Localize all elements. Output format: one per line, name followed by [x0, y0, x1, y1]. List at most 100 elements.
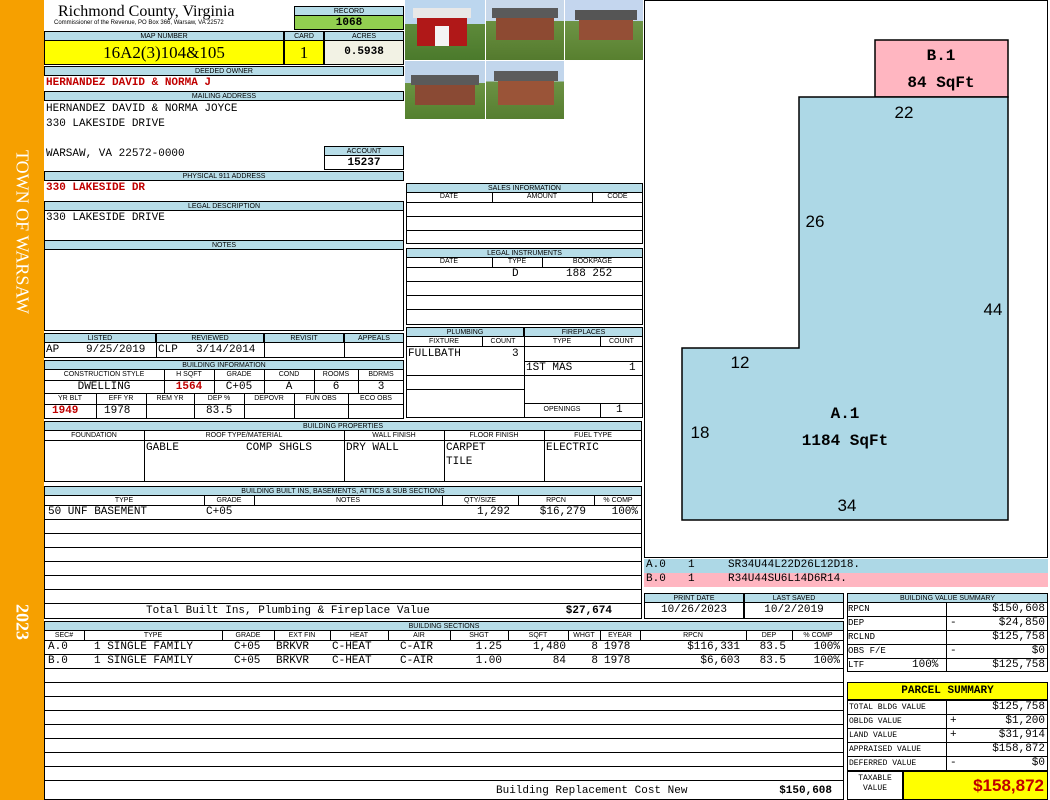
bi-h-dep: DEP % [207, 395, 231, 402]
sec-b-sec: B.0 [48, 655, 68, 667]
code-a-code: SR34U44L22D26L12D18. [728, 559, 861, 571]
sec-h-sqft: SQFT [528, 632, 548, 639]
sec-h-grade: GRADE [235, 632, 261, 639]
section-a-shape [681, 96, 1009, 521]
prop-h-floor: FLOOR FINISH [469, 432, 519, 439]
acres-value: 0.5938 [324, 40, 404, 65]
sec-a-shgt: 1.25 [475, 641, 502, 653]
brcn-value: $150,608 [779, 785, 832, 797]
deeded-owner-value: HERNANDEZ DAVID & NORMA J [46, 77, 212, 89]
dim-22: 22 [895, 103, 914, 122]
ps-v-obldg: $1,200 [1005, 715, 1045, 727]
bvs-v-obs: $0 [1031, 645, 1045, 657]
sec-h-air: AIR [413, 632, 425, 639]
sketch-panel[interactable]: B.1 84 SqFt A.1 1184 SqFt 22 26 44 12 18… [644, 0, 1048, 558]
sec-b-rpcn: $6,603 [700, 655, 740, 667]
mailing-line-3: WARSAW, VA 22572-0000 [46, 148, 185, 160]
bi-h-effyr: EFF YR [108, 395, 134, 402]
bi-in-comp: 100% [611, 506, 638, 518]
dim-26: 26 [806, 212, 825, 231]
parcel-summary-label: PARCEL SUMMARY [847, 682, 1048, 700]
code-b-n: 1 [688, 573, 695, 585]
bvs-v-rpcn: $150,608 [992, 603, 1045, 615]
bi-h-hsqft: H SQFT [176, 371, 202, 378]
sec-a-sqft: 1,480 [532, 641, 566, 653]
account-value: 15237 [324, 155, 404, 170]
bi-effyr: 1978 [104, 405, 131, 417]
county-title: Richmond County, Virginia [58, 3, 235, 20]
bi-in-h-grade: GRADE [216, 497, 242, 504]
bi-bdrms: 3 [377, 381, 385, 393]
fp-type: 1ST MAS [526, 362, 573, 374]
bvs-k-rpcn: RPCN [848, 604, 870, 614]
map-number-value: 16A2(3)104&105 [44, 40, 284, 65]
bi-in-h-comp: % COMP [603, 497, 633, 504]
photo-house-rear[interactable] [486, 61, 564, 119]
code-a-n: 1 [688, 559, 695, 571]
prop-h-foundation: FOUNDATION [71, 432, 117, 439]
mailing-line-2: 330 LAKESIDE DRIVE [46, 118, 165, 130]
prop-h-roof: ROOF TYPE/MATERIAL [205, 432, 283, 439]
ps-v-land: $31,914 [998, 729, 1045, 741]
fp-h-count: COUNT [609, 338, 634, 345]
photo-house-side[interactable] [565, 0, 643, 60]
code-row-a: A.0 1 SR34U44L22D26L12D18. [644, 559, 1048, 573]
taxable-label-1: TAXABLE [858, 774, 892, 783]
sketch-a-area: 1184 SqFt [802, 432, 888, 450]
sec-b-sqft: 84 [552, 655, 566, 667]
li-bookpage: 188 252 [566, 268, 613, 280]
photo-house-front[interactable] [486, 0, 564, 60]
bi-in-h-notes: NOTES [335, 497, 361, 504]
dim-12: 12 [731, 353, 750, 372]
sec-a-comp: 100% [813, 641, 840, 653]
bi-h-rooms: ROOMS [322, 371, 350, 378]
reviewed-by: CLP [158, 344, 178, 356]
sketch-b-label: B.1 [927, 47, 956, 65]
sec-b-air: C-AIR [400, 655, 434, 667]
listed-date: 9/25/2019 [86, 344, 146, 356]
bvs-k-obs: OBS F/E [848, 646, 886, 656]
photo-shed[interactable] [405, 0, 485, 60]
sec-b-ext: BRKVR [276, 655, 310, 667]
taxable-value: $158,872 [903, 771, 1048, 800]
sketch-b-area: 84 SqFt [907, 74, 974, 92]
year-label: 2023 [12, 604, 33, 640]
sec-b-type: 1 SINGLE FAMILY [94, 655, 194, 667]
prop-floor-1: CARPET [446, 442, 486, 454]
dim-34: 34 [838, 496, 857, 515]
code-b-code: R34U44SU6L14D6R14. [728, 573, 847, 585]
bi-h-ecoobs: ECO OBS [360, 395, 392, 402]
prop-roof-type: GABLE [146, 442, 180, 454]
reviewed-date: 3/14/2014 [196, 344, 256, 356]
bi-in-type: 50 UNF BASEMENT [48, 506, 148, 518]
bi-h-remyr: REM YR [156, 395, 184, 402]
sec-h-whgt: WHGT [573, 632, 595, 639]
code-b-sec: B.0 [646, 573, 666, 585]
sec-a-whgt: 8 [591, 641, 598, 653]
bi-in-h-qty: QTY/SIZE [464, 497, 496, 504]
listed-by: AP [46, 344, 60, 356]
ps-v-appraised: $158,872 [992, 743, 1045, 755]
prop-floor-2: TILE [446, 456, 473, 468]
sec-h-shgt: SHGT [469, 632, 489, 639]
notes-area[interactable] [44, 249, 404, 331]
bvs-pct-ltf: 100% [912, 659, 939, 671]
li-h-date: DATE [439, 258, 459, 265]
sec-h-dep: DEP [761, 632, 777, 639]
photo-house-angle[interactable] [405, 61, 485, 119]
bvs-k-ltf: LTF [848, 660, 865, 670]
bvs-v-dep: $24,850 [998, 617, 1045, 629]
sec-h-comp: % COMP [803, 632, 833, 639]
bi-h-cond: COND [278, 371, 300, 378]
ps-k-total: TOTAL BLDG VALUE [849, 703, 926, 712]
sec-h-eyear: EYEAR [608, 632, 632, 639]
ps-v-deferred: $0 [1031, 757, 1045, 769]
fp-h-type: TYPE [552, 338, 572, 345]
sales-h-code: CODE [607, 193, 628, 200]
plumb-h-count: COUNT [490, 338, 516, 345]
sketch-drawing: B.1 84 SqFt A.1 1184 SqFt 22 26 44 12 18… [681, 39, 1009, 521]
sec-b-shgt: 1.00 [475, 655, 502, 667]
prop-wall: DRY WALL [346, 442, 399, 454]
plumb-count: 3 [512, 348, 519, 360]
bi-h-bdrms: BDRMS [368, 371, 394, 378]
